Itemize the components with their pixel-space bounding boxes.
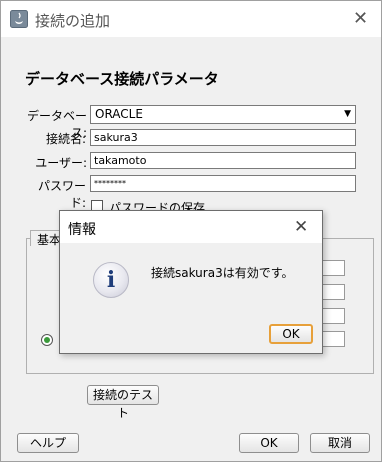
info-dialog-message: 接続sakura3は有効です。 <box>151 266 294 280</box>
java-app-icon <box>10 10 28 28</box>
database-select[interactable]: ORACLE ▼ <box>90 105 356 124</box>
dropdown-arrow-icon[interactable]: ▼ <box>344 106 351 123</box>
info-icon: i <box>93 262 129 298</box>
settings-field-1[interactable] <box>321 260 345 276</box>
user-field[interactable]: takamoto <box>90 152 356 169</box>
page-heading: データベース接続パラメータ <box>25 70 219 88</box>
cancel-button[interactable]: 取消 <box>310 433 370 453</box>
test-connection-button[interactable]: 接続のテスト <box>87 385 159 420</box>
info-dialog-ok-button[interactable]: OK <box>269 324 313 344</box>
settings-field-3[interactable] <box>321 308 345 324</box>
database-select-value: ORACLE <box>95 107 143 121</box>
window-title: 接続の追加 <box>35 12 111 30</box>
info-dialog-title: 情報 <box>68 222 96 238</box>
settings-field-4[interactable] <box>321 331 345 347</box>
user-label: ユーザー: <box>35 156 87 170</box>
title-bar: 接続の追加 ✕ <box>1 1 381 37</box>
help-button[interactable]: ヘルプ <box>17 433 79 453</box>
password-field[interactable]: ******** <box>90 175 356 192</box>
info-dialog: 情報 ✕ i 接続sakura3は有効です。 OK <box>59 210 323 354</box>
settings-field-2[interactable] <box>321 284 345 300</box>
connection-name-field[interactable]: sakura3 <box>90 129 356 146</box>
close-icon[interactable]: ✕ <box>353 8 368 29</box>
connection-type-radio[interactable] <box>41 334 53 346</box>
info-dialog-title-bar: 情報 ✕ <box>60 211 322 243</box>
password-label: パスワード: <box>37 179 86 210</box>
connection-name-label: 接続名: <box>45 132 86 146</box>
add-connection-window: 接続の追加 ✕ データベース接続パラメータ データベース: ORACLE ▼ 接… <box>0 0 382 462</box>
close-icon[interactable]: ✕ <box>294 217 308 237</box>
ok-button[interactable]: OK <box>239 433 299 453</box>
